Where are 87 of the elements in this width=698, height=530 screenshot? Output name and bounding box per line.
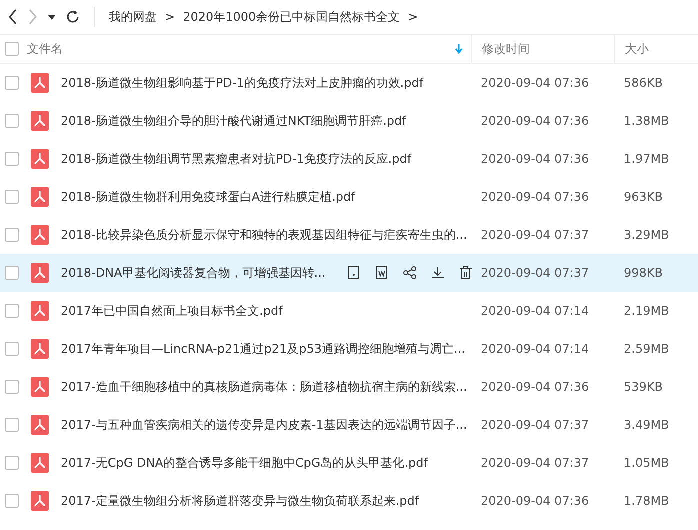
refresh-icon [66, 10, 80, 24]
caret-icon [48, 14, 56, 20]
row-checkbox[interactable] [5, 418, 19, 432]
pdf-file-icon [31, 149, 49, 169]
file-name: 2017-造血干细胞移植中的真核肠道病毒体：肠道移植物抗宿主病的新线索... [61, 378, 468, 396]
column-header[interactable]: 修改时间 [482, 40, 614, 58]
file-name: 2018-肠道微生物群利用免疫球蛋白A进行粘膜定植.pdf [61, 188, 356, 206]
row-checkbox[interactable] [5, 76, 19, 90]
file-name: 2018-肠道微生物组影响基于PD-1的免疫疗法对上皮肿瘤的功效.pdf [61, 74, 424, 92]
pdf-file-icon [31, 73, 49, 93]
breadcrumb-link[interactable]: 2020年1000余份已中标国自然标书全文 [183, 8, 400, 26]
trash-button[interactable] [458, 265, 474, 281]
row-checkbox[interactable] [5, 456, 19, 470]
trash-icon [458, 265, 474, 281]
pdf-file-icon [31, 111, 49, 131]
share-button[interactable] [402, 265, 418, 281]
file-size: 1.97MB [623, 152, 670, 166]
file-name: 2017年青年项目—LincRNA-p21通过p21及p53通路调控细胞增殖与凋亡... [61, 340, 466, 358]
row-checkbox[interactable] [5, 304, 19, 318]
breadcrumb-separator: > [165, 10, 176, 24]
file-name: 2017-定量微生物组分析将肠道群落变异与微生物负荷联系起来.pdf [61, 492, 420, 510]
pdf-file-icon [31, 339, 49, 359]
row-checkbox[interactable] [5, 494, 19, 508]
row-checkbox[interactable] [5, 190, 19, 204]
modified-time: 2020-09-04 07:36 [480, 380, 590, 394]
document-icon [374, 265, 390, 281]
modified-time: 2020-09-04 07:36 [480, 494, 590, 508]
file-name: 2017-无CpG DNA的整合诱导多能干细胞中CpG岛的从头甲基化.pdf [61, 454, 428, 472]
column-header[interactable]: 文件名 [27, 40, 447, 58]
row-checkbox[interactable] [5, 342, 19, 356]
preview-icon [346, 265, 362, 281]
modified-time: 2020-09-04 07:36 [480, 190, 590, 204]
pdf-file-icon [31, 415, 49, 435]
file-size: 1.38MB [623, 114, 670, 128]
row-checkbox[interactable] [5, 266, 19, 280]
refresh-button[interactable] [66, 10, 80, 24]
document-button[interactable] [374, 265, 390, 281]
modified-time: 2020-09-04 07:36 [480, 152, 590, 166]
file-name: 2018-肠道微生物组调节黑素瘤患者对抗PD-1免疫疗法的反应.pdf [61, 150, 412, 168]
download-button[interactable] [430, 265, 446, 281]
file-size: 586KB [623, 76, 664, 90]
modified-time: 2020-09-04 07:36 [480, 76, 590, 90]
pdf-file-icon [31, 187, 49, 207]
pdf-file-icon [31, 301, 49, 321]
file-size: 1.78MB [623, 494, 670, 508]
history-dropdown-button[interactable] [48, 14, 56, 20]
forward-icon [28, 9, 38, 25]
file-size: 1.05MB [623, 456, 670, 470]
back-button[interactable] [8, 9, 18, 25]
file-name: 2017-与五种血管疾病相关的遗传变异是内皮素-1基因表达的远端调节因子... [61, 416, 468, 434]
file-size: 2.59MB [623, 342, 670, 356]
modified-time: 2020-09-04 07:14 [480, 342, 590, 356]
column-header[interactable]: 大小 [625, 40, 698, 58]
pdf-file-icon [31, 453, 49, 473]
back-icon [8, 9, 18, 25]
modified-time: 2020-09-04 07:37 [480, 228, 590, 242]
file-name: 2017年已中国自然面上项目标书全文.pdf [61, 302, 283, 320]
pdf-file-icon [31, 225, 49, 245]
file-size: 3.49MB [623, 418, 670, 432]
row-checkbox[interactable] [5, 114, 19, 128]
file-name: 2018-肠道微生物组介导的胆汁酸代谢通过NKT细胞调节肝癌.pdf [61, 112, 406, 130]
file-size: 3.29MB [623, 228, 670, 242]
file-size: 998KB [623, 266, 664, 280]
modified-time: 2020-09-04 07:37 [480, 456, 590, 470]
modified-time: 2020-09-04 07:37 [480, 418, 590, 432]
modified-time: 2020-09-04 07:37 [480, 266, 590, 280]
pdf-file-icon [31, 377, 49, 397]
file-name: 2018-比较异染色质分析显示保守和独特的表观基因组特征与疟疾寄生虫的... [61, 226, 468, 244]
row-checkbox[interactable] [5, 152, 19, 166]
pdf-file-icon [31, 263, 49, 283]
breadcrumb-link[interactable]: 我的网盘 [109, 8, 157, 26]
breadcrumb-separator: > [408, 10, 418, 24]
file-size: 539KB [623, 380, 664, 394]
modified-time: 2020-09-04 07:14 [480, 304, 590, 318]
file-name: 2018-DNA甲基化阅读器复合物，可增强基因转... [61, 264, 326, 282]
file-size: 2.19MB [623, 304, 670, 318]
download-icon [430, 265, 446, 281]
select-all-checkbox[interactable] [5, 42, 19, 56]
forward-button[interactable] [28, 9, 38, 25]
preview-button[interactable] [346, 265, 362, 281]
pdf-file-icon [31, 491, 49, 511]
file-row[interactable]: 2018-DNA甲基化阅读器复合物，可增强基因转... 2020-09-04 07:37 998KB [0, 254, 698, 292]
row-checkbox[interactable] [5, 380, 19, 394]
modified-time: 2020-09-04 07:36 [480, 114, 590, 128]
row-checkbox[interactable] [5, 228, 19, 242]
file-size: 963KB [623, 190, 664, 204]
share-icon [402, 265, 418, 281]
